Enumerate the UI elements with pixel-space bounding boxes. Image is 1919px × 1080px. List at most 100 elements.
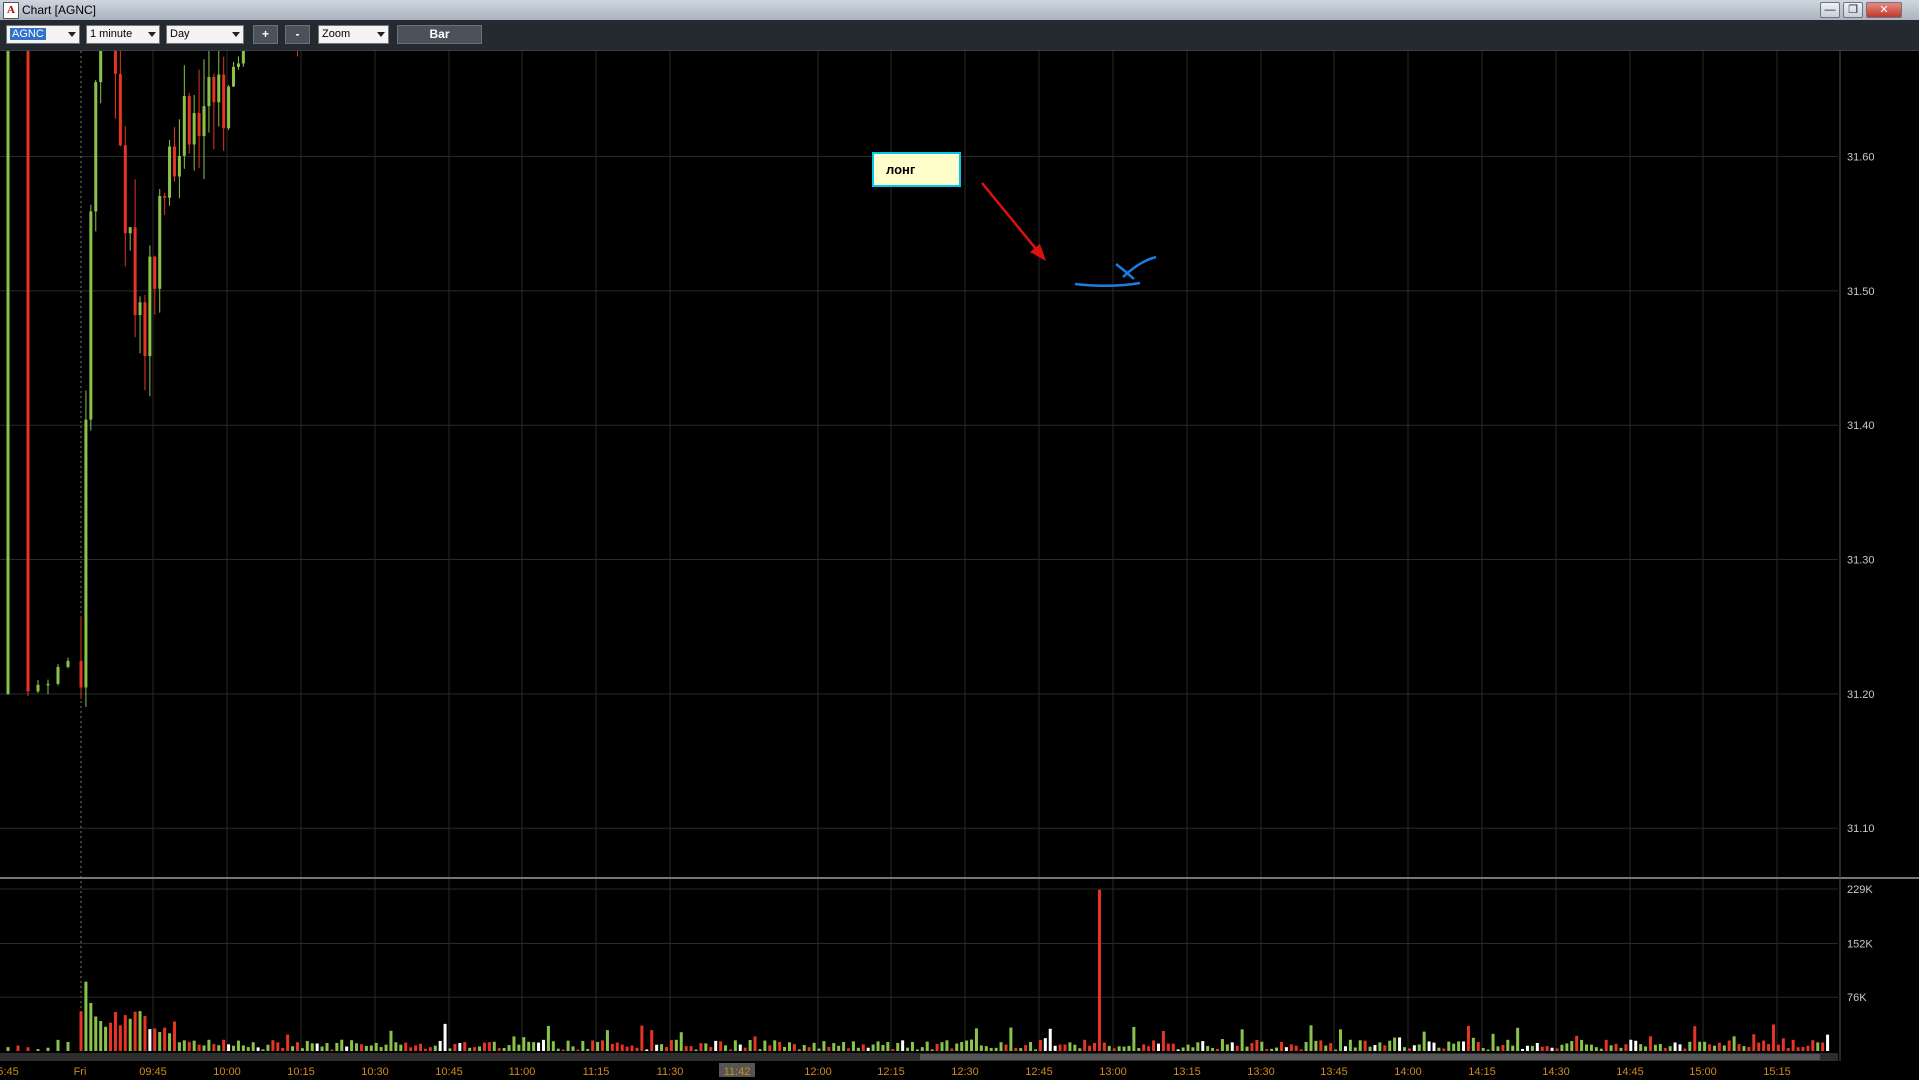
volume-bar xyxy=(950,1048,954,1051)
volume-bar xyxy=(945,1040,949,1051)
volume-bar xyxy=(1663,1047,1667,1051)
chevron-down-icon xyxy=(68,32,76,37)
bar-type-button[interactable]: Bar xyxy=(397,25,482,44)
volume-bar xyxy=(1698,1041,1702,1051)
volume-bar xyxy=(16,1045,20,1051)
volume-bar xyxy=(684,1046,688,1051)
volume-bar xyxy=(640,1025,644,1051)
volume-bar xyxy=(1786,1048,1790,1051)
volume-bar xyxy=(660,1044,664,1051)
volume-bar xyxy=(1678,1044,1682,1051)
volume-bar xyxy=(1373,1045,1377,1051)
candle-body xyxy=(46,683,50,686)
volume-bar xyxy=(748,1040,752,1051)
volume-bar xyxy=(266,1044,270,1051)
price-chart[interactable]: 32.2032.1032.0031.9031.8031.7031.6031.50… xyxy=(0,51,1919,1080)
volume-bar xyxy=(1029,1042,1033,1051)
volume-bar xyxy=(674,1039,678,1051)
chevron-down-icon xyxy=(232,32,240,37)
volume-bar xyxy=(404,1042,408,1051)
volume-bar xyxy=(1206,1045,1210,1051)
volume-bar xyxy=(871,1044,875,1051)
volume-bar xyxy=(1648,1036,1652,1051)
volume-bar xyxy=(1107,1045,1111,1051)
volume-bar xyxy=(1471,1037,1475,1051)
price-tick-label: 31.40 xyxy=(1847,420,1875,432)
volume-bar xyxy=(207,1039,211,1051)
volume-bar xyxy=(965,1040,969,1051)
time-tick-label: 10:15 xyxy=(287,1066,315,1078)
volume-bar xyxy=(1688,1041,1692,1051)
volume-bar xyxy=(310,1043,314,1051)
volume-bar xyxy=(709,1047,713,1051)
volume-bar xyxy=(458,1042,462,1051)
time-tick-label: 13:45 xyxy=(1320,1066,1348,1078)
volume-bar xyxy=(1732,1036,1736,1051)
volume-bar xyxy=(99,1021,103,1051)
volume-bar xyxy=(202,1045,206,1051)
volume-bar xyxy=(655,1044,659,1051)
volume-bar xyxy=(473,1047,477,1051)
candle-body xyxy=(123,145,127,234)
time-tick-label: 12:00 xyxy=(804,1066,832,1078)
volume-bar xyxy=(384,1044,388,1051)
volume-bar xyxy=(1378,1042,1382,1051)
annotation-label[interactable]: лонг xyxy=(872,152,961,187)
volume-bar xyxy=(1398,1037,1402,1051)
volume-bar xyxy=(1737,1044,1741,1051)
volume-bar xyxy=(576,1049,580,1051)
volume-bar xyxy=(586,1048,590,1051)
minimize-button[interactable]: — xyxy=(1820,2,1840,18)
volume-bar xyxy=(345,1046,349,1051)
volume-bar xyxy=(177,1042,181,1051)
volume-bar xyxy=(1816,1042,1820,1051)
volume-bar xyxy=(979,1045,983,1051)
volume-bar xyxy=(906,1047,910,1051)
time-tick-label: 14:00 xyxy=(1394,1066,1422,1078)
zoom-out-button[interactable]: - xyxy=(285,25,310,44)
volume-bar xyxy=(482,1042,486,1051)
interval-value: 1 minute xyxy=(90,28,133,40)
volume-bar xyxy=(1530,1045,1534,1051)
volume-bar xyxy=(999,1042,1003,1051)
volume-bar xyxy=(1634,1040,1638,1051)
candle-body xyxy=(26,51,30,692)
candle-body xyxy=(232,66,236,87)
candle-body xyxy=(36,684,40,692)
volume-bar xyxy=(478,1046,482,1051)
volume-bar xyxy=(1486,1049,1490,1051)
volume-bar xyxy=(1201,1041,1205,1051)
volume-bar xyxy=(399,1044,403,1051)
volume-bar xyxy=(487,1042,491,1051)
volume-bar xyxy=(276,1042,280,1051)
volume-bar xyxy=(502,1047,506,1051)
volume-bar xyxy=(1024,1045,1028,1051)
volume-bar xyxy=(1491,1033,1495,1051)
volume-bar xyxy=(1545,1046,1549,1051)
time-tick-label: 10:00 xyxy=(213,1066,241,1078)
interval-dropdown[interactable]: 1 minute xyxy=(86,25,160,44)
volume-bar xyxy=(56,1039,60,1051)
volume-bar xyxy=(291,1046,295,1051)
restore-button[interactable]: ❐ xyxy=(1843,2,1863,18)
volume-bar xyxy=(315,1043,319,1051)
close-button[interactable]: ✕ xyxy=(1866,2,1902,18)
volume-bar xyxy=(340,1039,344,1051)
zoom-in-button[interactable]: + xyxy=(253,25,278,44)
volume-bar xyxy=(66,1041,70,1051)
volume-bar xyxy=(1284,1047,1288,1051)
volume-bar xyxy=(325,1043,329,1051)
symbol-dropdown[interactable]: AGNC xyxy=(6,25,80,44)
time-tick-label: 09:45 xyxy=(139,1066,167,1078)
zoom-dropdown[interactable]: Zoom xyxy=(318,25,389,44)
volume-bar xyxy=(507,1045,511,1051)
volume-bar xyxy=(571,1046,575,1051)
volume-bar xyxy=(79,1011,83,1051)
range-dropdown[interactable]: Day xyxy=(166,25,244,44)
volume-bar xyxy=(1073,1044,1077,1051)
volume-bar xyxy=(1289,1044,1293,1051)
volume-bar xyxy=(227,1044,231,1051)
volume-bar xyxy=(925,1041,929,1051)
volume-bar xyxy=(1570,1041,1574,1051)
volume-bar xyxy=(517,1044,521,1051)
